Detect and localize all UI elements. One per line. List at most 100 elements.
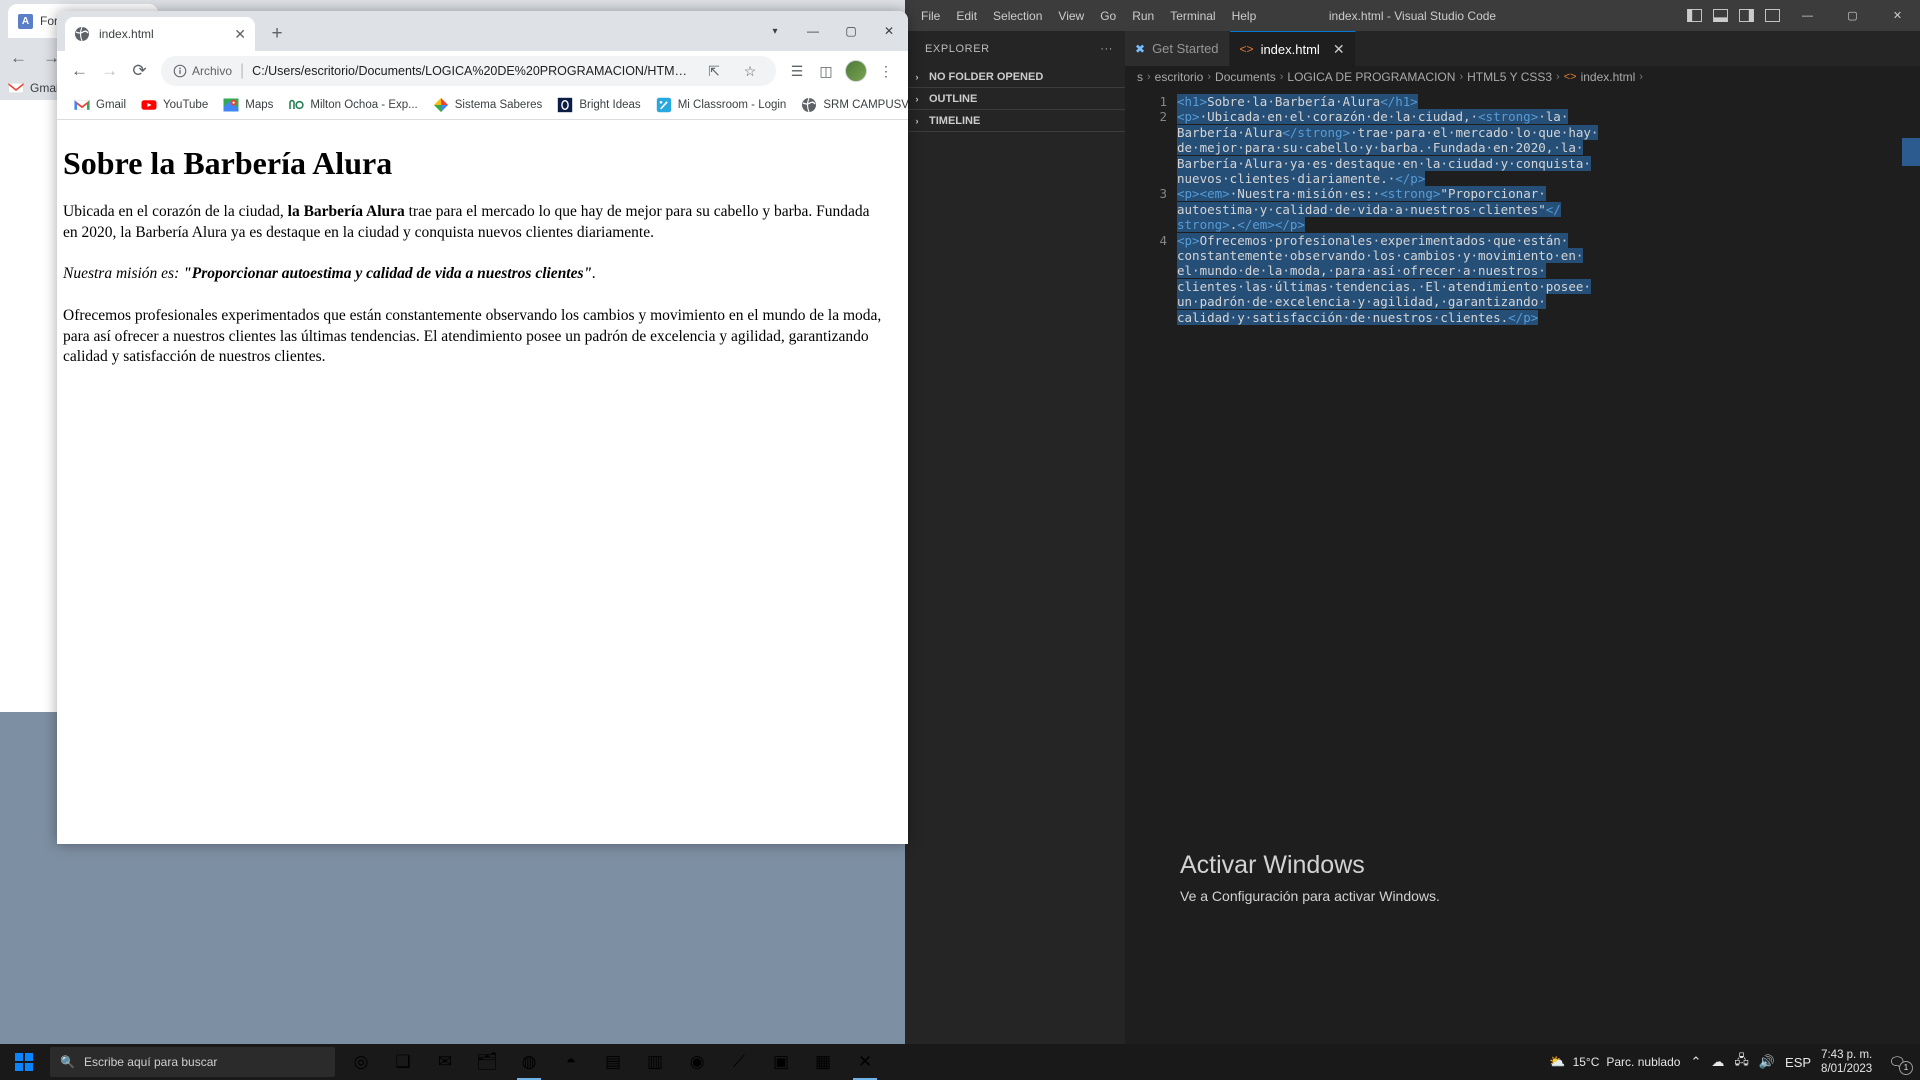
- explorer-sidebar[interactable]: EXPLORER ··· › NO FOLDER OPENED › OUTLIN…: [905, 31, 1125, 1044]
- code-line[interactable]: calidad·y·satisfacción·de·nuestros·clien…: [1177, 309, 1920, 325]
- code-line[interactable]: Barbería·Alura·ya·es·destaque·en·la·ciud…: [1177, 155, 1920, 171]
- breadcrumb-item-escritorio[interactable]: escritorio: [1155, 70, 1204, 84]
- toggle-secondary-sidebar-icon[interactable]: [1733, 0, 1759, 31]
- language-indicator[interactable]: ESP: [1785, 1055, 1811, 1070]
- code-line[interactable]: autoestima·y·calidad·de·vida·a·nuestros·…: [1177, 201, 1920, 217]
- bookmark-youtube[interactable]: YouTube: [134, 94, 215, 116]
- chrome-toolbar: ← → ⟳ Archivo | C:/Users/escritorio/Docu…: [57, 51, 908, 91]
- menu-help[interactable]: Help: [1224, 0, 1265, 31]
- explorer-section-outline[interactable]: › OUTLINE: [905, 88, 1125, 110]
- taskbar-edge-icon[interactable]: ◓: [551, 1044, 591, 1080]
- clock[interactable]: 7:43 p. m. 8/01/2023: [1821, 1048, 1872, 1076]
- close-icon[interactable]: ✕: [234, 26, 246, 43]
- minimap[interactable]: [1902, 138, 1920, 166]
- code-line[interactable]: el·mundo·de·la·moda,·para·así·ofrecer·a·…: [1177, 263, 1920, 279]
- breadcrumb-item-html5css3[interactable]: HTML5 Y CSS3: [1467, 70, 1552, 84]
- toggle-panel-icon[interactable]: [1707, 0, 1733, 31]
- chrome-browser-window[interactable]: index.html ✕ + ▾ — ▢ ✕ ← → ⟳ Archivo | C…: [57, 11, 908, 844]
- code-line[interactable]: <p>Ofrecemos·profesionales·experimentado…: [1177, 232, 1920, 248]
- bookmark-srm-campusvirtual[interactable]: SRM CAMPUSVIRT...: [794, 94, 908, 116]
- breadcrumb-item-logica[interactable]: LOGICA DE PROGRAMACION: [1287, 70, 1455, 84]
- bookmark-mi-classroom[interactable]: Mi Classroom - Login: [649, 94, 794, 116]
- vscode-maximize-button[interactable]: ▢: [1830, 0, 1875, 31]
- browser-tab-index-html[interactable]: index.html ✕: [65, 17, 255, 51]
- menu-run[interactable]: Run: [1124, 0, 1162, 31]
- taskbar-meet-icon[interactable]: ◉: [677, 1044, 717, 1080]
- code-line[interactable]: nuevos·clientes·diariamente.·</p>: [1177, 171, 1920, 187]
- menu-edit[interactable]: Edit: [948, 0, 985, 31]
- code-line[interactable]: Barbería·Alura</strong>·trae·para·el·mer…: [1177, 124, 1920, 140]
- code-line[interactable]: de·mejor·para·su·cabello·y·barba.·Fundad…: [1177, 140, 1920, 156]
- bookmark-sistema-saberes[interactable]: Sistema Saberes: [426, 94, 550, 116]
- menu-view[interactable]: View: [1050, 0, 1092, 31]
- minimize-button[interactable]: —: [794, 11, 832, 51]
- code-line[interactable]: <h1>Sobre·la·Barbería·Alura</h1>: [1177, 94, 1920, 109]
- star-icon[interactable]: ☆: [736, 57, 764, 85]
- bookmark-bright-ideas[interactable]: Bright Ideas: [550, 94, 647, 116]
- vscode-minimize-button[interactable]: —: [1785, 0, 1830, 31]
- breadcrumb[interactable]: s › escritorio › Documents › LOGICA DE P…: [1125, 66, 1920, 88]
- vscode-close-button[interactable]: ✕: [1875, 0, 1920, 31]
- code-line[interactable]: un·padrón·de·excelencia·y·agilidad,·gara…: [1177, 294, 1920, 310]
- code-line[interactable]: clientes·las·últimas·tendencias.·El·aten…: [1177, 278, 1920, 294]
- kebab-menu-icon[interactable]: ⋮: [872, 57, 900, 85]
- bookmark-maps[interactable]: Maps: [216, 94, 280, 116]
- share-icon[interactable]: ⇱: [700, 57, 728, 85]
- network-icon[interactable]: 🖧: [1734, 1051, 1749, 1073]
- explorer-section-no-folder[interactable]: › NO FOLDER OPENED: [905, 66, 1125, 88]
- bookmark-milton-ochoa[interactable]: Milton Ochoa - Exp...: [281, 94, 424, 116]
- tab-get-started[interactable]: ✖ Get Started: [1125, 31, 1230, 66]
- taskbar-search-box[interactable]: 🔍 Escribe aquí para buscar: [50, 1047, 335, 1077]
- taskbar-chrome-icon[interactable]: ◍: [509, 1044, 549, 1080]
- taskbar-app-orange-icon[interactable]: ⟋: [719, 1044, 759, 1080]
- code-line[interactable]: strong>.</em></p>: [1177, 217, 1920, 233]
- back-button[interactable]: ←: [65, 57, 94, 86]
- side-panel-icon[interactable]: ◫: [812, 57, 840, 85]
- toggle-primary-sidebar-icon[interactable]: [1681, 0, 1707, 31]
- start-button[interactable]: [0, 1044, 48, 1080]
- taskbar-notepad-icon[interactable]: ▥: [635, 1044, 675, 1080]
- new-tab-button[interactable]: +: [263, 20, 291, 48]
- reload-button[interactable]: ⟳: [125, 57, 154, 86]
- avatar[interactable]: [845, 60, 867, 82]
- breadcrumb-item-index-html[interactable]: index.html: [1581, 70, 1636, 84]
- taskbar-store-icon[interactable]: ▤: [593, 1044, 633, 1080]
- code-line[interactable]: constantemente·observando·los·cambios·y·…: [1177, 248, 1920, 264]
- forward-button[interactable]: →: [95, 57, 124, 86]
- page-scrollbar[interactable]: [900, 140, 908, 844]
- tab-index-html[interactable]: <> index.html ✕: [1229, 31, 1356, 66]
- menu-go[interactable]: Go: [1092, 0, 1124, 31]
- bookmark-gmail[interactable]: Gmail: [67, 94, 133, 116]
- taskbar-vscode-icon[interactable]: ✕: [845, 1044, 885, 1080]
- taskbar-task-view-icon[interactable]: ❑: [383, 1044, 423, 1080]
- vscode-window[interactable]: File Edit Selection View Go Run Terminal…: [905, 0, 1920, 1044]
- onedrive-icon[interactable]: ☁: [1711, 1054, 1724, 1070]
- customize-layout-icon[interactable]: [1759, 0, 1785, 31]
- explorer-section-timeline[interactable]: › TIMELINE: [905, 110, 1125, 132]
- taskbar-cortana-icon[interactable]: ◎: [341, 1044, 381, 1080]
- tab-search-dropdown-icon[interactable]: ▾: [756, 11, 794, 51]
- menu-terminal[interactable]: Terminal: [1162, 0, 1223, 31]
- tab-close-icon[interactable]: ✕: [1333, 41, 1345, 58]
- url-text[interactable]: C:/Users/escritorio/Documents/LOGICA%20D…: [252, 64, 692, 78]
- explorer-more-actions-icon[interactable]: ···: [1100, 43, 1113, 55]
- weather-widget[interactable]: ⛅ 15°C Parc. nublado: [1549, 1054, 1680, 1070]
- notifications-icon[interactable]: 🗨 1: [1882, 1054, 1913, 1075]
- menu-selection[interactable]: Selection: [985, 0, 1050, 31]
- address-bar[interactable]: Archivo | C:/Users/escritorio/Documents/…: [161, 56, 776, 86]
- code-line[interactable]: <p><em>·Nuestra·misión·es:·<strong>"Prop…: [1177, 186, 1920, 202]
- taskbar-camera-icon[interactable]: ▣: [761, 1044, 801, 1080]
- back-icon[interactable]: ←: [10, 48, 27, 68]
- code-line[interactable]: <p>·Ubicada·en·el·corazón·de·la·ciudad,·…: [1177, 109, 1920, 125]
- chevron-up-icon[interactable]: ⌃: [1690, 1054, 1701, 1070]
- site-info-icon[interactable]: Archivo: [173, 64, 232, 78]
- taskbar-mail-icon[interactable]: ✉: [425, 1044, 465, 1080]
- breadcrumb-item-documents[interactable]: Documents: [1215, 70, 1276, 84]
- close-button[interactable]: ✕: [870, 11, 908, 51]
- taskbar-file-explorer-icon[interactable]: 🗂: [467, 1044, 507, 1080]
- reading-list-icon[interactable]: ☰: [783, 57, 811, 85]
- volume-icon[interactable]: 🔊: [1759, 1054, 1775, 1070]
- taskbar-folder-icon[interactable]: ▦: [803, 1044, 843, 1080]
- menu-file[interactable]: File: [913, 0, 948, 31]
- maximize-button[interactable]: ▢: [832, 11, 870, 51]
